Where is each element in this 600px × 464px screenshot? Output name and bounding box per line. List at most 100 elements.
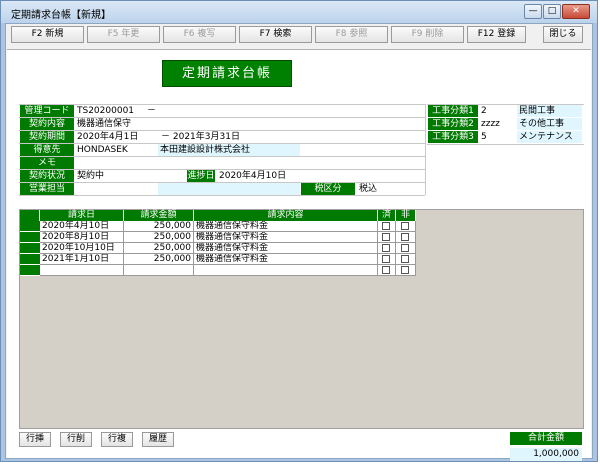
- grid-cell-exclude: [396, 243, 416, 254]
- f5-year-update-button[interactable]: F5 年更: [87, 26, 160, 43]
- grid-cell-date[interactable]: 2020年4月10日: [40, 221, 124, 232]
- grid-cell-content[interactable]: [194, 265, 378, 276]
- grid-header-exclude: 非: [396, 210, 416, 221]
- exclude-checkbox[interactable]: [401, 222, 409, 230]
- form-panel: 定期請求台帳 管理コード TS20200001 － 00 契約内容 機器通信保守…: [7, 49, 591, 461]
- f9-delete-button[interactable]: F9 削除: [391, 26, 464, 43]
- f2-new-button[interactable]: F2 新規: [11, 26, 84, 43]
- row-selector[interactable]: [20, 243, 40, 254]
- sales-rep-name-field: [158, 183, 300, 195]
- f8-reference-button[interactable]: F8 参照: [315, 26, 388, 43]
- row-selector[interactable]: [20, 232, 40, 243]
- sales-rep-label: 営業担当: [20, 183, 74, 195]
- work-class1-code-input[interactable]: 2: [479, 105, 515, 117]
- progress-date-input[interactable]: 2020年4月10日: [217, 170, 299, 182]
- mgmt-code-input[interactable]: TS20200001: [75, 105, 155, 117]
- work-class2-name-field: その他工事: [517, 118, 582, 130]
- grid-cell-date[interactable]: 2021年1月10日: [40, 254, 124, 265]
- exclude-checkbox[interactable]: [401, 255, 409, 263]
- period-start-input[interactable]: 2020年4月1日: [75, 131, 157, 143]
- grid-cell-amount[interactable]: 250,000: [124, 254, 194, 265]
- exclude-checkbox[interactable]: [401, 233, 409, 241]
- grid-cell-content[interactable]: 機器通信保守料金: [194, 232, 378, 243]
- grid-cell-done: [378, 265, 396, 276]
- copy-row-button[interactable]: 行複: [101, 432, 133, 447]
- grid-cell-exclude: [396, 265, 416, 276]
- done-checkbox[interactable]: [382, 244, 390, 252]
- grid-cell-amount[interactable]: 250,000: [124, 232, 194, 243]
- done-checkbox[interactable]: [382, 255, 390, 263]
- grid-cell-exclude: [396, 232, 416, 243]
- contract-status-field[interactable]: 契約中: [75, 170, 157, 182]
- done-checkbox[interactable]: [382, 222, 390, 230]
- delete-row-button[interactable]: 行削: [60, 432, 92, 447]
- row-selector[interactable]: [20, 221, 40, 232]
- grid-cell-content[interactable]: 機器通信保守料金: [194, 221, 378, 232]
- grid-cell-content[interactable]: 機器通信保守料金: [194, 254, 378, 265]
- grid-cell-date[interactable]: [40, 265, 124, 276]
- done-checkbox[interactable]: [382, 266, 390, 274]
- exclude-checkbox[interactable]: [401, 266, 409, 274]
- grid-cell-amount[interactable]: 250,000: [124, 221, 194, 232]
- app-window: 定期請求台帳【新規】 — □ ✕ F2 新規 F5 年更 F6 複写 F7 検索…: [0, 0, 598, 462]
- row-divider: [427, 104, 584, 105]
- minimize-icon: —: [528, 6, 538, 16]
- memo-label: メモ: [20, 157, 74, 169]
- total-amount-label: 合計金額: [510, 432, 582, 445]
- grid-header-done: 済: [378, 210, 396, 221]
- work-class1-label: 工事分類1: [428, 105, 478, 117]
- row-divider: [427, 144, 584, 145]
- work-class1-name-field: 民間工事: [517, 105, 582, 117]
- row-selector[interactable]: [20, 254, 40, 265]
- tax-type-label: 税区分: [301, 183, 355, 195]
- customer-code-input[interactable]: HONDASEK: [75, 144, 157, 156]
- grid-cell-date[interactable]: 2020年10月10日: [40, 243, 124, 254]
- contract-content-input[interactable]: 機器通信保守: [75, 118, 275, 130]
- minimize-button[interactable]: —: [524, 4, 542, 19]
- contract-period-label: 契約期間: [20, 131, 74, 143]
- progress-date-label: 進捗日: [187, 170, 215, 182]
- close-window-button[interactable]: ✕: [562, 4, 590, 19]
- mgmt-branch-input[interactable]: － 00: [145, 105, 159, 117]
- work-class2-label: 工事分類2: [428, 118, 478, 130]
- row-selector[interactable]: [20, 265, 40, 276]
- grid-cell-exclude: [396, 221, 416, 232]
- tax-type-field[interactable]: 税込: [357, 183, 417, 195]
- work-class3-name-field: メンテナンス: [517, 131, 582, 143]
- window-title: 定期請求台帳【新規】: [11, 10, 111, 21]
- mgmt-code-label: 管理コード: [20, 105, 74, 117]
- grid-cell-done: [378, 254, 396, 265]
- exclude-checkbox[interactable]: [401, 244, 409, 252]
- client-area: F2 新規 F5 年更 F6 複写 F7 検索 F8 参照 F9 削除 F12 …: [5, 23, 593, 461]
- grid-cell-date[interactable]: 2020年8月10日: [40, 232, 124, 243]
- f12-register-button[interactable]: F12 登録: [467, 26, 526, 43]
- grid-cell-amount[interactable]: [124, 265, 194, 276]
- maximize-icon: □: [547, 6, 557, 16]
- f7-search-button[interactable]: F7 検索: [239, 26, 312, 43]
- contract-content-label: 契約内容: [20, 118, 74, 130]
- sales-rep-code-input[interactable]: [75, 183, 157, 195]
- total-amount-value: 1,000,000: [510, 448, 582, 461]
- title-bar: 定期請求台帳【新規】 — □ ✕: [1, 1, 597, 23]
- row-divider: [19, 195, 425, 196]
- grid-cell-content[interactable]: 機器通信保守料金: [194, 243, 378, 254]
- insert-row-button[interactable]: 行挿: [19, 432, 51, 447]
- f6-copy-button[interactable]: F6 複写: [163, 26, 236, 43]
- grid-cell-done: [378, 243, 396, 254]
- grid-cell-done: [378, 221, 396, 232]
- customer-name-field: 本田建設設計株式会社: [158, 144, 300, 156]
- history-button[interactable]: 履歴: [142, 432, 174, 447]
- memo-input[interactable]: [75, 157, 423, 169]
- grid-cell-exclude: [396, 254, 416, 265]
- done-checkbox[interactable]: [382, 233, 390, 241]
- column-divider: [425, 104, 426, 195]
- period-end-input[interactable]: － 2021年3月31日: [159, 131, 269, 143]
- grid-cell-amount[interactable]: 250,000: [124, 243, 194, 254]
- customer-label: 得意先: [20, 144, 74, 156]
- grid-cell-done: [378, 232, 396, 243]
- work-class2-code-input[interactable]: zzzz: [479, 118, 515, 130]
- maximize-button[interactable]: □: [543, 4, 561, 19]
- work-class3-code-input[interactable]: 5: [479, 131, 515, 143]
- close-button[interactable]: 閉じる: [543, 26, 583, 43]
- grid-header-amount: 請求金額: [124, 210, 194, 221]
